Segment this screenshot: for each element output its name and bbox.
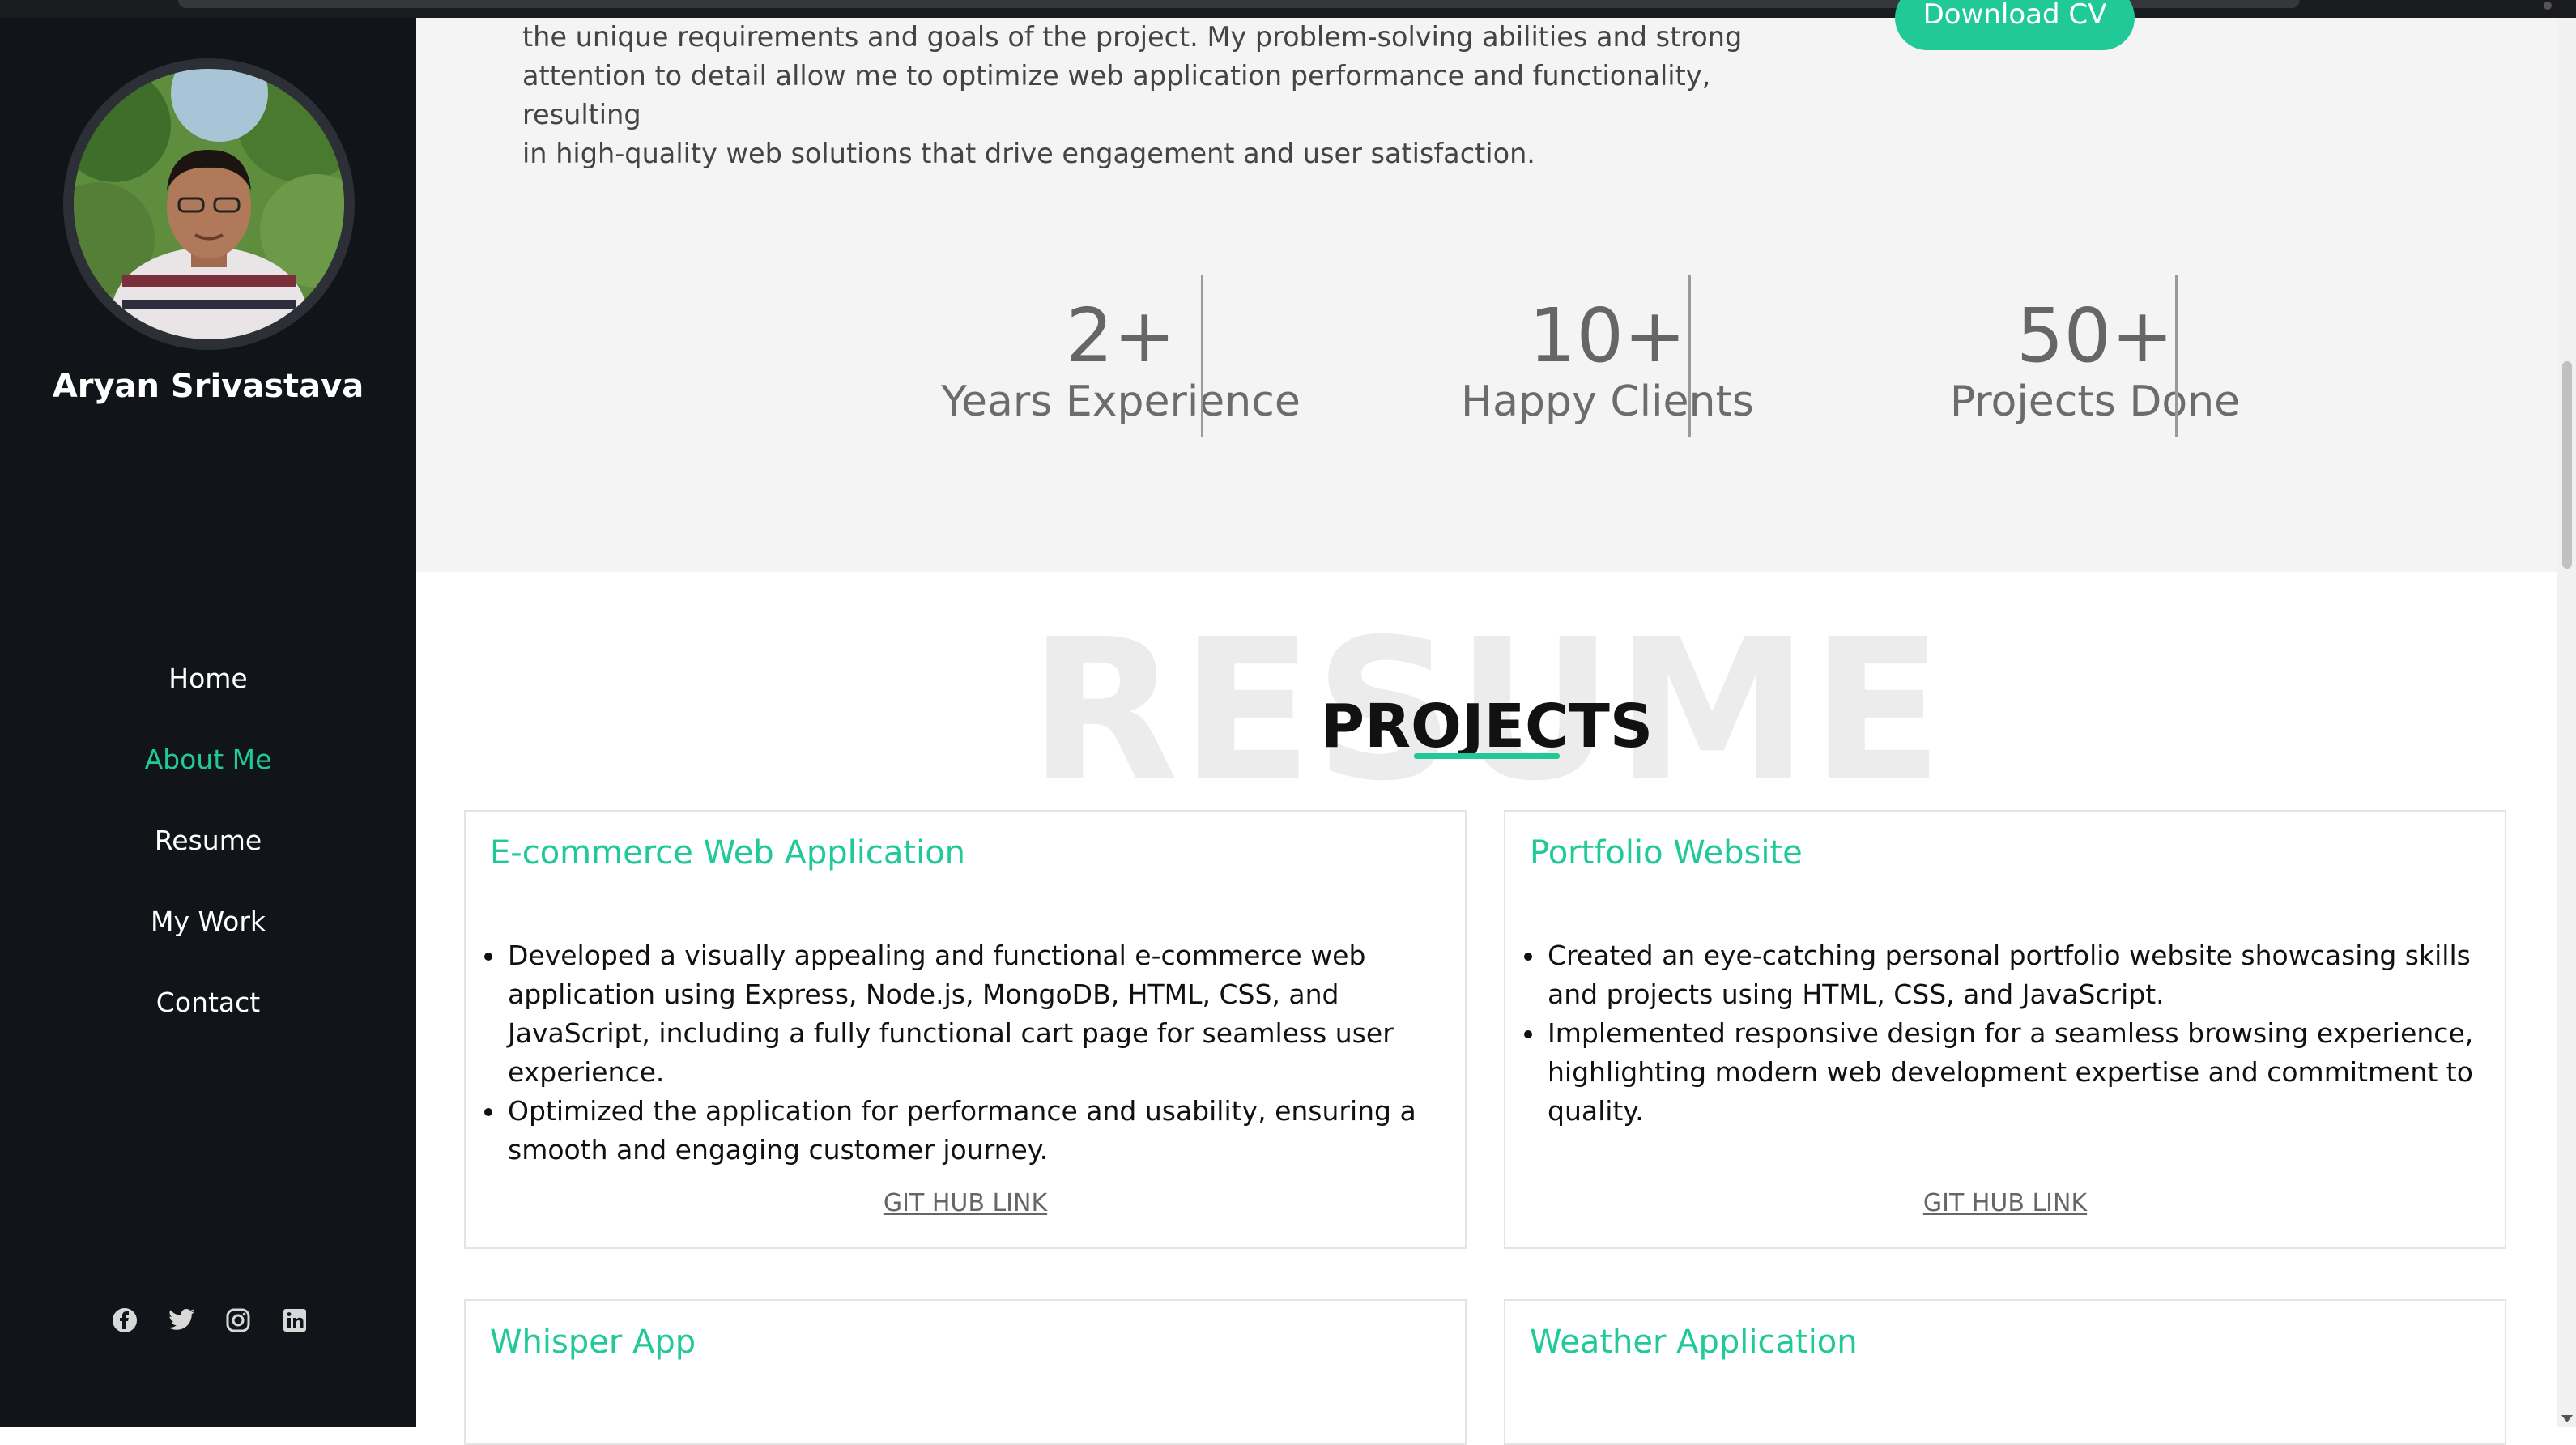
stat-value: 10+ <box>1528 292 1687 379</box>
project-bullet: Created an eye-catching personal portfol… <box>1546 936 2485 1014</box>
project-title: E-commerce Web Application <box>490 834 966 872</box>
scroll-down-arrow-icon[interactable] <box>2561 1415 2573 1422</box>
stat-label: Projects Done <box>1949 377 2241 426</box>
about-section: the unique requirements and goals of the… <box>416 0 2557 572</box>
browser-indicator-icon <box>2544 2 2552 10</box>
project-card-ecommerce: E-commerce Web Application Developed a v… <box>464 810 1467 1249</box>
download-cv-button[interactable]: Download CV <box>1895 0 2135 50</box>
nav-item-home[interactable]: Home <box>0 638 416 719</box>
sidebar-nav: Home About Me Resume My Work Contact <box>0 638 416 1043</box>
instagram-icon[interactable] <box>222 1304 254 1336</box>
project-title: Weather Application <box>1530 1324 1858 1361</box>
nav-item-about-me[interactable]: About Me <box>0 719 416 800</box>
github-link[interactable]: GIT HUB LINK <box>1505 1189 2505 1217</box>
about-line: attention to detail allow me to optimize… <box>522 60 1711 130</box>
avatar <box>63 58 355 350</box>
section-title-underline <box>1414 753 1560 759</box>
project-card-weather: Weather Application <box>1504 1299 2506 1445</box>
project-bullets: Created an eye-catching personal portfol… <box>1530 936 2485 1131</box>
project-bullets: Developed a visually appealing and funct… <box>490 936 1446 1170</box>
facebook-icon[interactable] <box>109 1304 141 1336</box>
nav-item-resume[interactable]: Resume <box>0 800 416 881</box>
project-bullet: Developed a visually appealing and funct… <box>506 936 1446 1092</box>
twitter-icon[interactable] <box>165 1304 198 1336</box>
github-link[interactable]: GIT HUB LINK <box>466 1189 1465 1217</box>
stat-value: 2+ <box>1066 292 1176 379</box>
stat-label: Happy Clients <box>1461 377 1754 426</box>
project-card-portfolio: Portfolio Website Created an eye-catchin… <box>1504 810 2506 1249</box>
stat-label: Years Experience <box>941 377 1301 426</box>
section-heading: RESUME PROJECTS <box>416 613 2557 808</box>
sidebar: Aryan Srivastava Home About Me Resume My… <box>0 18 416 1427</box>
nav-item-my-work[interactable]: My Work <box>0 881 416 962</box>
nav-item-contact[interactable]: Contact <box>0 962 416 1043</box>
about-description: the unique requirements and goals of the… <box>522 18 1794 173</box>
main-content: the unique requirements and goals of the… <box>416 0 2557 1445</box>
stat-happy-clients: 10+ Happy Clients <box>1365 275 1850 437</box>
project-title: Portfolio Website <box>1530 834 1803 872</box>
avatar-photo <box>74 69 344 339</box>
section-title: PROJECTS <box>1320 692 1654 761</box>
about-line: the unique requirements and goals of the… <box>522 21 1743 53</box>
stat-value: 50+ <box>2016 292 2174 379</box>
profile-name: Aryan Srivastava <box>52 368 364 405</box>
project-bullet: Implemented responsive design for a seam… <box>1546 1014 2485 1131</box>
social-links <box>109 1304 311 1336</box>
stat-divider <box>2175 275 2178 437</box>
page-scrollbar[interactable] <box>2557 18 2576 1427</box>
scrollbar-thumb[interactable] <box>2562 361 2572 569</box>
stat-projects-done: 50+ Projects Done <box>1852 275 2338 437</box>
linkedin-icon[interactable] <box>279 1304 311 1336</box>
stat-years-experience: 2+ Years Experience <box>878 275 1364 437</box>
project-bullet: Optimized the application for performanc… <box>506 1092 1446 1170</box>
about-line: in high-quality web solutions that drive… <box>522 138 1535 169</box>
stat-divider <box>1688 275 1691 437</box>
browser-top-bar <box>0 0 2576 18</box>
project-card-whisper: Whisper App <box>464 1299 1467 1445</box>
stat-divider <box>1201 275 1203 437</box>
project-title: Whisper App <box>490 1324 696 1361</box>
